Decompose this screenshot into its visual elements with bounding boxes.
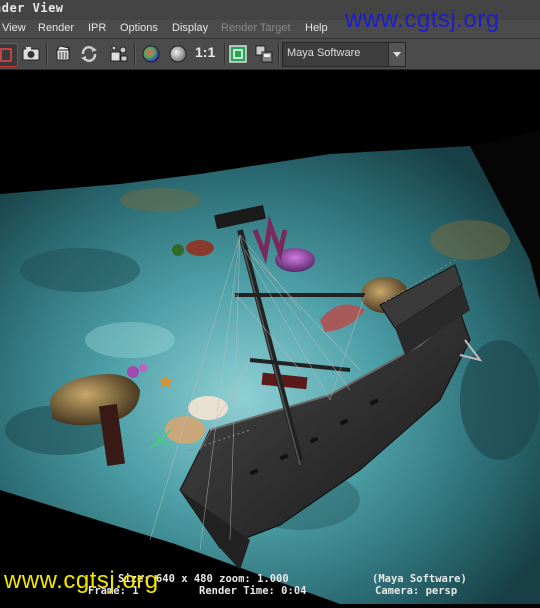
menu-view[interactable]: View — [2, 22, 26, 34]
menu-help[interactable]: Help — [305, 22, 328, 34]
menu-render-target: Render Target — [221, 22, 291, 34]
renderer-selected: Maya Software — [287, 47, 361, 59]
real-size-button[interactable]: 1:1 — [195, 44, 215, 60]
render-time-info: Render Time: 0:04 — [199, 585, 307, 597]
renderer-info: (Maya Software) — [372, 573, 467, 585]
menu-options[interactable]: Options — [120, 22, 158, 34]
window-title: nder View — [0, 1, 64, 15]
rgb-channels-icon[interactable] — [140, 43, 162, 65]
rendered-image — [0, 130, 540, 604]
toolbar-separator — [134, 43, 136, 65]
menu-render[interactable]: Render — [38, 22, 74, 34]
renderer-dropdown[interactable]: Maya Software — [282, 42, 406, 67]
render-settings-icon[interactable] — [108, 43, 130, 65]
display-frame-icon[interactable] — [227, 43, 249, 65]
watermark-top: www.cgtsj.org — [345, 6, 500, 33]
toolbar-separator — [278, 43, 280, 65]
menu-ipr[interactable]: IPR — [88, 22, 106, 34]
render-clapper-icon[interactable] — [52, 43, 74, 65]
region-render-icon[interactable] — [0, 43, 18, 67]
watermark-bottom: www.cgtsj.org — [4, 567, 159, 594]
toolbar-separator — [46, 43, 48, 65]
alpha-channel-icon[interactable] — [167, 43, 189, 65]
keep-image-icon[interactable] — [253, 43, 275, 65]
toolbar — [0, 39, 540, 70]
refresh-ipr-icon[interactable] — [78, 43, 100, 65]
chevron-down-icon[interactable] — [388, 43, 405, 66]
render-viewport[interactable] — [0, 70, 540, 604]
camera-info: Camera: persp — [375, 585, 458, 597]
menu-display[interactable]: Display — [172, 22, 208, 34]
toolbar-separator — [224, 43, 226, 65]
snapshot-camera-icon[interactable] — [20, 43, 42, 65]
